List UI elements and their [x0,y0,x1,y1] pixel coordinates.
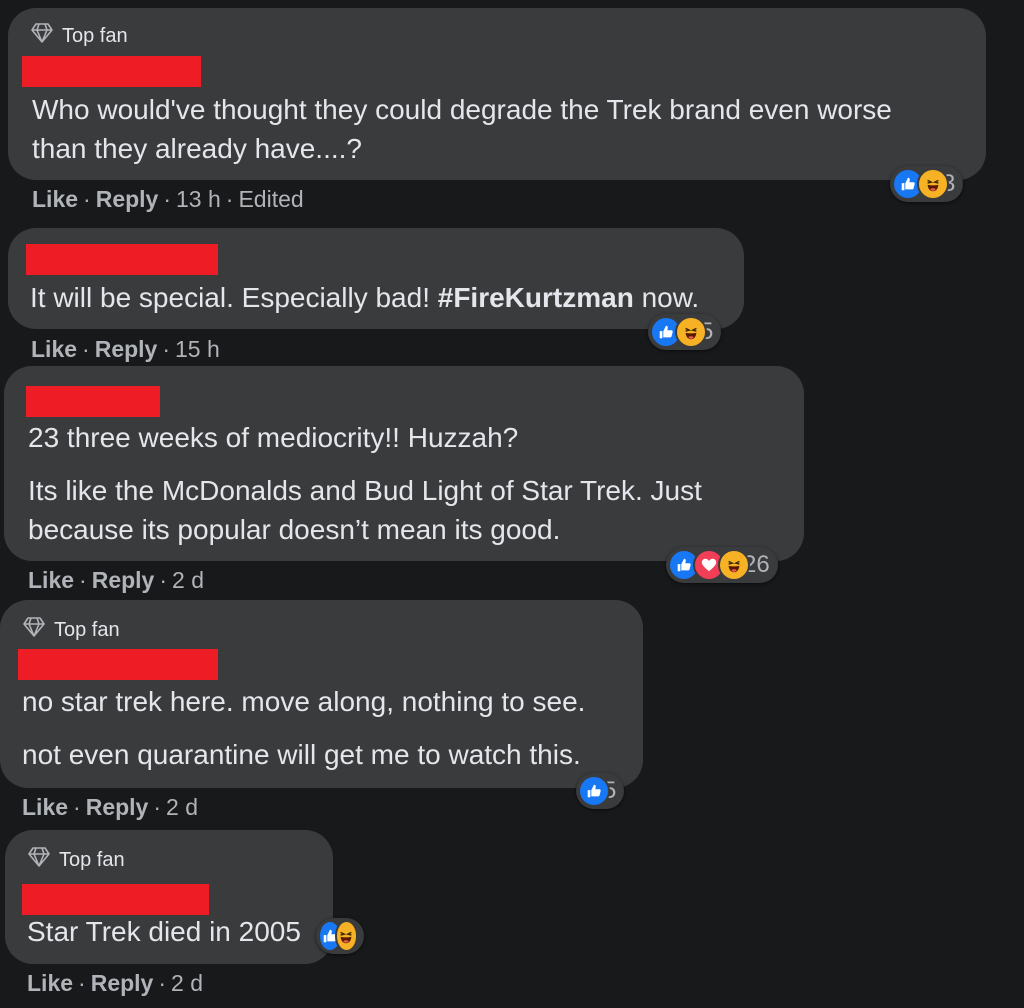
comment-actions: Like · Reply · 15 h [31,336,220,363]
separator: · [162,336,171,362]
comment-actions: Like · Reply · 2 d [27,970,203,997]
redacted-author-name [22,884,209,915]
top-fan-badge[interactable]: Top fan [30,22,128,50]
comment-bubble: 23 three weeks of mediocrity!! Huzzah? I… [4,366,804,561]
comment-line: not even quarantine will get me to watch… [22,739,581,770]
diamond-icon [22,616,46,644]
timestamp[interactable]: 13 h [176,186,221,212]
comment-bubble: Top fan Star Trek died in 2005 [5,830,333,964]
like-link[interactable]: Like [28,567,74,593]
reaction-summary[interactable]: 3 [890,166,964,202]
separator: · [79,567,87,593]
separator: · [78,970,86,996]
separator: · [225,186,234,212]
comment-line: because its popular doesn’t mean its goo… [28,514,561,545]
redacted-author-name [22,56,201,87]
comment-line: no star trek here. move along, nothing t… [22,686,586,717]
diamond-icon [27,846,51,874]
comment-actions: Like · Reply · 13 h · Edited [32,186,304,213]
comment-line: Who would've thought they could degrade … [32,94,892,125]
comment-text: no star trek here. move along, nothing t… [22,682,585,774]
comment-line: 23 three weeks of mediocrity!! Huzzah? [28,422,519,453]
reply-link[interactable]: Reply [92,567,155,593]
like-icon [578,775,610,807]
reaction-summary[interactable]: 26 [666,547,778,583]
comment-actions: Like · Reply · 2 d [28,567,204,594]
comment-text: Star Trek died in 2005 [27,912,301,951]
reply-link[interactable]: Reply [91,970,154,996]
comment-text: It will be special. Especially bad! #Fir… [30,278,699,317]
comment-text: Who would've thought they could degrade … [32,90,892,168]
reply-link[interactable]: Reply [95,336,158,362]
haha-icon [917,168,949,200]
diamond-icon [30,22,54,50]
reaction-summary[interactable]: 5 [576,773,625,809]
redacted-author-name [26,386,160,417]
comment-bubble: Top fan no star trek here. move along, n… [0,600,643,788]
separator: · [153,794,162,820]
timestamp[interactable]: 15 h [175,336,220,362]
comment-text-part: It will be special. Especially bad! [30,282,438,313]
redacted-author-name [18,649,218,680]
top-fan-badge[interactable]: Top fan [27,846,125,874]
comment-bubble: It will be special. Especially bad! #Fir… [8,228,744,329]
comment-bubble: Top fan Who would've thought they could … [8,8,986,180]
timestamp[interactable]: 2 d [171,970,203,996]
separator: · [83,186,91,212]
timestamp[interactable]: 2 d [172,567,204,593]
reply-link[interactable]: Reply [96,186,159,212]
separator: · [163,186,172,212]
redacted-author-name [26,244,218,275]
reaction-summary[interactable] [316,918,364,954]
comment-actions: Like · Reply · 2 d [22,794,198,821]
comment-text: 23 three weeks of mediocrity!! Huzzah? I… [28,418,702,549]
top-fan-label: Top fan [62,24,128,47]
reaction-summary[interactable]: 5 [648,314,722,350]
edited-label: Edited [238,186,304,212]
like-link[interactable]: Like [27,970,73,996]
like-link[interactable]: Like [32,186,78,212]
separator: · [82,336,90,362]
separator: · [159,567,168,593]
comment-text-part: now. [633,282,700,313]
comment-line: Star Trek died in 2005 [27,916,301,947]
top-fan-badge[interactable]: Top fan [22,616,120,644]
haha-icon [718,549,750,581]
timestamp[interactable]: 2 d [166,794,198,820]
like-link[interactable]: Like [31,336,77,362]
top-fan-label: Top fan [59,848,125,871]
comment-line: than they already have....? [32,133,362,164]
haha-icon [334,920,358,952]
separator: · [158,970,167,996]
comment-line: Its like the McDonalds and Bud Light of … [28,475,702,506]
like-link[interactable]: Like [22,794,68,820]
haha-icon [675,316,707,348]
hashtag-link[interactable]: #FireKurtzman [438,282,634,313]
top-fan-label: Top fan [54,618,120,641]
separator: · [73,794,81,820]
reply-link[interactable]: Reply [86,794,149,820]
